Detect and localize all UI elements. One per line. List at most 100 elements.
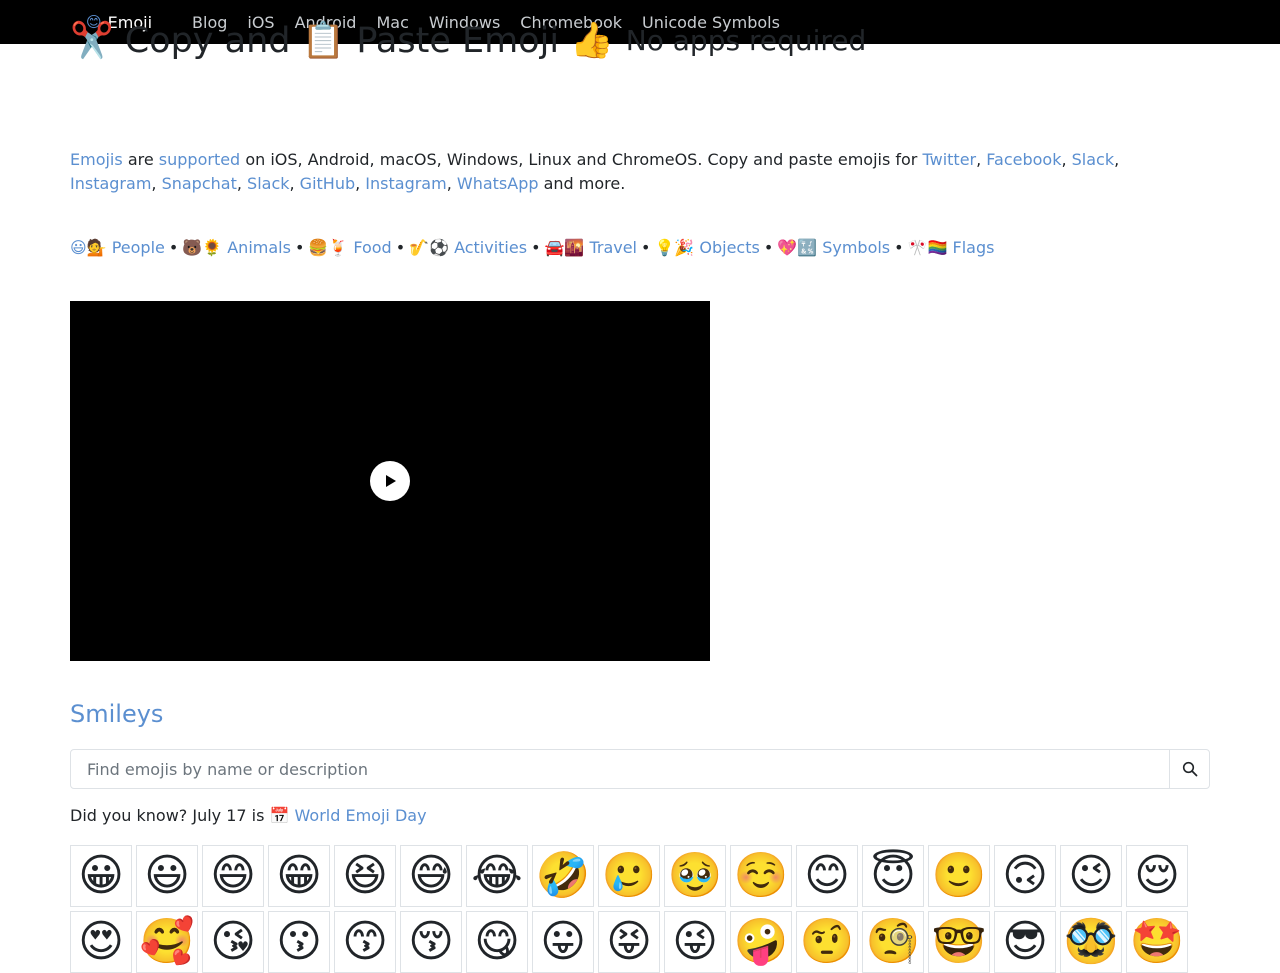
play-button[interactable] — [370, 461, 410, 501]
emoji-cell[interactable]: 😍 — [70, 911, 132, 973]
did-you-know-text: Did you know? July 17 is — [70, 806, 265, 825]
emoji-cell[interactable]: 😜 — [664, 911, 726, 973]
emoji-grid: 😀 😃 😄 😁 😆 😅 😂 🤣 🥲 🥹 ☺️ 😊 😇 🙂 🙃 😉 😌 😍 🥰 😘 😗 😙 😚 😋 😛 😝 😜 🤪 🤨 🧐 🤓 😎 🥸 🤩 — [70, 845, 1200, 973]
emoji-cell[interactable]: 😎 — [994, 911, 1056, 973]
clipboard-icon: 📋 — [301, 21, 346, 61]
intro-text-are: are — [127, 150, 154, 169]
category-separator: • — [531, 238, 541, 257]
emoji-cell[interactable]: 😙 — [334, 911, 396, 973]
emoji-cell[interactable]: 😁 — [268, 845, 330, 907]
category-separator: • — [894, 238, 904, 257]
play-icon — [386, 475, 396, 487]
category-link-flags[interactable]: 🎌🏳️‍🌈 Flags — [908, 238, 995, 257]
scissors-icon: ✂️ — [70, 21, 114, 61]
section-title-smileys[interactable]: Smileys — [70, 700, 163, 728]
emoji-cell[interactable]: 😃 — [136, 845, 198, 907]
facebook-link[interactable]: Facebook — [986, 150, 1061, 169]
github-link[interactable]: GitHub — [300, 174, 355, 193]
emoji-cell[interactable]: 🤩 — [1126, 911, 1188, 973]
emoji-cell[interactable]: 🤣 — [532, 845, 594, 907]
emoji-cell[interactable]: 😆 — [334, 845, 396, 907]
emoji-cell[interactable]: 😉 — [1060, 845, 1122, 907]
category-label: Symbols — [822, 238, 891, 257]
emoji-cell[interactable]: 🙂 — [928, 845, 990, 907]
emoji-cell[interactable]: 🤓 — [928, 911, 990, 973]
title-copy-and: Copy and — [124, 20, 291, 61]
emoji-cell[interactable]: 😄 — [202, 845, 264, 907]
emoji-cell[interactable]: 😗 — [268, 911, 330, 973]
category-link-objects[interactable]: 💡🎉 Objects — [654, 238, 759, 257]
thumbs-up-icon: 👍 — [570, 21, 614, 61]
search-button[interactable] — [1169, 750, 1209, 788]
slack-link[interactable]: Slack — [1072, 150, 1114, 169]
snapchat-link[interactable]: Snapchat — [162, 174, 237, 193]
emoji-cell[interactable]: 😇 — [862, 845, 924, 907]
emoji-cell[interactable]: ☺️ — [730, 845, 792, 907]
category-link-symbols[interactable]: 💖🔣 Symbols — [777, 238, 890, 257]
category-separator: • — [294, 238, 305, 257]
instagram-link-2[interactable]: Instagram — [365, 174, 446, 193]
page-title: ✂️ Copy and 📋 Paste Emoji 👍 No apps requi… — [70, 20, 867, 62]
category-link-activities[interactable]: 🎷⚽ Activities — [409, 238, 527, 257]
calendar-icon: 📅 — [269, 806, 290, 825]
category-label: Objects — [699, 238, 760, 257]
category-link-food[interactable]: 🍔🍹 Food — [308, 238, 391, 257]
category-link-people[interactable]: 😃💁 People — [70, 238, 165, 257]
category-icons: 💡🎉 — [654, 238, 695, 257]
category-label: Animals — [227, 238, 291, 257]
emoji-cell[interactable]: 😂 — [466, 845, 528, 907]
category-icons: 🚘🌇 — [544, 238, 585, 257]
category-separator: • — [763, 238, 774, 257]
category-icons: 🎌🏳️‍🌈 — [907, 238, 948, 257]
emoji-cell[interactable]: 😚 — [400, 911, 462, 973]
title-paste-emoji: Paste Emoji — [356, 20, 560, 61]
emoji-cell[interactable]: 🥲 — [598, 845, 660, 907]
emoji-cell[interactable]: 🥹 — [664, 845, 726, 907]
emoji-cell[interactable]: 😘 — [202, 911, 264, 973]
emoji-cell[interactable]: 😌 — [1126, 845, 1188, 907]
instagram-link[interactable]: Instagram — [70, 174, 151, 193]
intro-paragraph: Emojis are supported on iOS, Android, ma… — [70, 150, 1120, 193]
category-label: Flags — [952, 238, 995, 257]
category-separator: • — [168, 238, 179, 257]
whatsapp-link[interactable]: WhatsApp — [457, 174, 539, 193]
category-icons: 🎷⚽ — [409, 238, 449, 257]
category-icons: 💖🔣 — [777, 238, 818, 257]
emoji-cell[interactable]: 🤪 — [730, 911, 792, 973]
emoji-cell[interactable]: 😅 — [400, 845, 462, 907]
category-label: Activities — [454, 238, 528, 257]
emoji-cell[interactable]: 🙃 — [994, 845, 1056, 907]
intro-text: on iOS, Android, macOS, Windows, Linux a… — [245, 150, 918, 169]
search-input[interactable] — [71, 750, 1169, 788]
category-separator: • — [641, 238, 651, 257]
category-label: Food — [353, 238, 392, 257]
twitter-link[interactable]: Twitter — [922, 150, 976, 169]
category-label: People — [111, 238, 165, 257]
did-you-know: Did you know? July 17 is 📅 World Emoji D… — [70, 805, 427, 827]
emojis-link[interactable]: Emojis — [70, 150, 123, 169]
category-link-travel[interactable]: 🚘🌇 Travel — [545, 238, 638, 257]
emoji-cell[interactable]: 😋 — [466, 911, 528, 973]
emoji-cell[interactable]: 😀 — [70, 845, 132, 907]
emoji-cell[interactable]: 😊 — [796, 845, 858, 907]
category-icons: 🍔🍹 — [308, 238, 349, 257]
emoji-cell[interactable]: 🥸 — [1060, 911, 1122, 973]
emoji-cell[interactable]: 😛 — [532, 911, 594, 973]
emoji-cell[interactable]: 🤨 — [796, 911, 858, 973]
category-separator: • — [395, 238, 406, 257]
video-player[interactable] — [70, 301, 710, 661]
category-nav: 😃💁 People • 🐻🌻 Animals • 🍔🍹 Food • 🎷⚽ Activiti… — [70, 236, 994, 260]
world-emoji-day-link[interactable]: World Emoji Day — [295, 806, 427, 825]
supported-link[interactable]: supported — [159, 150, 240, 169]
slack-link-2[interactable]: Slack — [247, 174, 289, 193]
emoji-cell[interactable]: 😝 — [598, 911, 660, 973]
category-label: Travel — [589, 238, 637, 257]
intro-text-end: and more. — [543, 174, 626, 193]
category-icons: 😃💁 — [70, 238, 107, 257]
search-icon — [1182, 761, 1197, 777]
page-subtitle: No apps required — [625, 24, 867, 57]
emoji-cell[interactable]: 🥰 — [136, 911, 198, 973]
emoji-search — [70, 749, 1210, 789]
category-link-animals[interactable]: 🐻🌻 Animals — [182, 238, 291, 257]
emoji-cell[interactable]: 🧐 — [862, 911, 924, 973]
